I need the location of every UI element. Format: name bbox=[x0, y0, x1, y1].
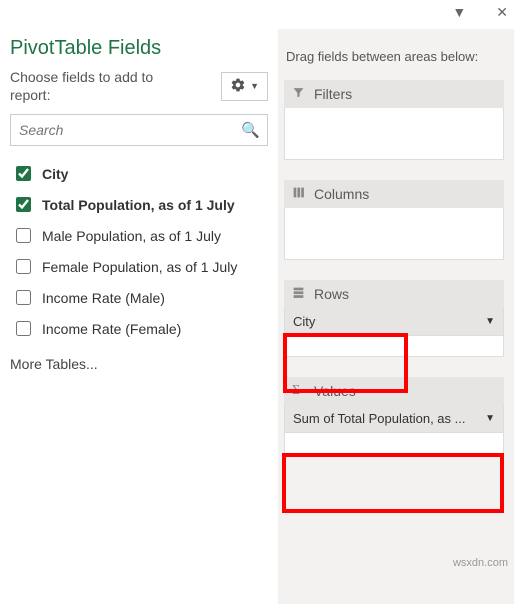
field-checkbox[interactable] bbox=[16, 259, 31, 274]
filters-title: Filters bbox=[314, 86, 352, 102]
rows-title: Rows bbox=[314, 286, 349, 302]
field-label: City bbox=[42, 166, 68, 182]
area-pill[interactable]: Sum of Total Population, as ... ▼ bbox=[285, 405, 503, 433]
field-item[interactable]: Income Rate (Female) bbox=[10, 313, 268, 344]
columns-icon bbox=[292, 186, 306, 202]
pill-label: Sum of Total Population, as ... bbox=[293, 411, 465, 426]
field-checkbox[interactable] bbox=[16, 197, 31, 212]
field-item[interactable]: Female Population, as of 1 July bbox=[10, 251, 268, 282]
values-title: Values bbox=[314, 383, 356, 399]
field-label: Male Population, as of 1 July bbox=[42, 228, 221, 244]
pill-label: City bbox=[293, 314, 315, 329]
rows-icon bbox=[292, 286, 306, 302]
field-checkbox[interactable] bbox=[16, 228, 31, 243]
filters-area[interactable]: Filters bbox=[284, 80, 504, 160]
caret-down-icon: ▼ bbox=[485, 413, 495, 424]
tools-button[interactable]: ▼ bbox=[221, 72, 268, 101]
gear-icon bbox=[230, 77, 246, 96]
area-pill[interactable]: City ▼ bbox=[285, 308, 503, 336]
field-label: Total Population, as of 1 July bbox=[42, 197, 235, 213]
search-icon: 🔍 bbox=[241, 121, 260, 139]
field-item[interactable]: Income Rate (Male) bbox=[10, 282, 268, 313]
columns-title: Columns bbox=[314, 186, 369, 202]
field-label: Income Rate (Female) bbox=[42, 321, 181, 337]
columns-area[interactable]: Columns bbox=[284, 180, 504, 260]
field-item[interactable]: Total Population, as of 1 July bbox=[10, 189, 268, 220]
dropdown-icon[interactable]: ▼ bbox=[452, 4, 466, 21]
values-area[interactable]: Σ Values Sum of Total Population, as ...… bbox=[284, 377, 504, 454]
close-icon[interactable]: ✕ bbox=[496, 4, 508, 21]
field-checkbox[interactable] bbox=[16, 321, 31, 336]
rows-area[interactable]: Rows City ▼ bbox=[284, 280, 504, 357]
filter-icon bbox=[292, 86, 306, 102]
field-label: Female Population, as of 1 July bbox=[42, 259, 237, 275]
field-item[interactable]: City bbox=[10, 158, 268, 189]
field-item[interactable]: Male Population, as of 1 July bbox=[10, 220, 268, 251]
field-label: Income Rate (Male) bbox=[42, 290, 165, 306]
caret-down-icon: ▼ bbox=[250, 81, 259, 91]
search-input[interactable] bbox=[10, 114, 268, 146]
field-checkbox[interactable] bbox=[16, 166, 31, 181]
pane-title: PivotTable Fields bbox=[10, 37, 268, 60]
caret-down-icon: ▼ bbox=[485, 316, 495, 327]
choose-fields-label: Choose fields to add to report: bbox=[10, 68, 190, 104]
field-list: City Total Population, as of 1 July Male P… bbox=[10, 158, 268, 344]
sigma-icon: Σ bbox=[292, 383, 306, 399]
drag-areas-label: Drag fields between areas below: bbox=[286, 49, 504, 64]
field-checkbox[interactable] bbox=[16, 290, 31, 305]
watermark: wsxdn.com bbox=[453, 557, 508, 569]
more-tables-link[interactable]: More Tables... bbox=[10, 356, 268, 372]
